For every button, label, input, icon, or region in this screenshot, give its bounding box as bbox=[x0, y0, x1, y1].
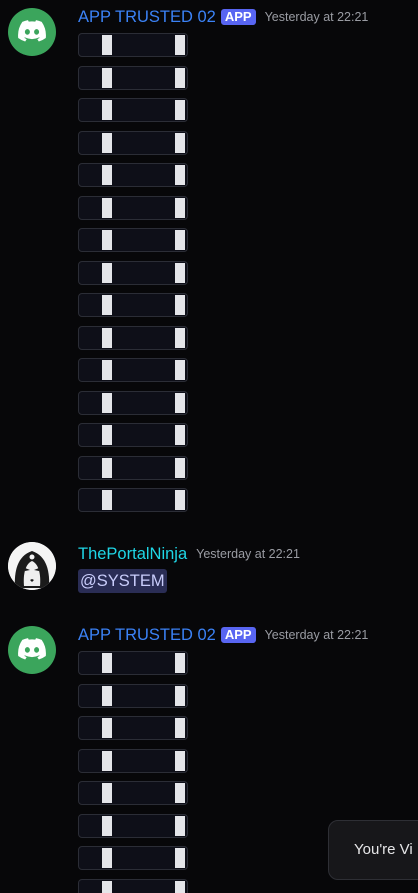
app-badge: APP bbox=[220, 9, 256, 25]
component-button[interactable] bbox=[78, 325, 188, 350]
button-glyph-left bbox=[102, 750, 112, 771]
message-header: ThePortalNinja Yesterday at 22:21 bbox=[78, 543, 300, 565]
button-glyph-right bbox=[175, 425, 185, 445]
button-glyph-left bbox=[102, 457, 112, 478]
discord-logo-icon bbox=[18, 638, 46, 660]
timestamp[interactable]: Yesterday at 22:21 bbox=[265, 10, 369, 24]
bot-avatar[interactable] bbox=[8, 8, 56, 56]
ninja-avatar-icon bbox=[8, 542, 56, 590]
chat-message-list[interactable]: APP TRUSTED 02 APP Yesterday at 22:21 Th… bbox=[0, 0, 418, 893]
component-button[interactable] bbox=[78, 163, 188, 187]
bot-avatar[interactable] bbox=[8, 626, 56, 674]
component-button[interactable] bbox=[78, 716, 188, 740]
component-button[interactable] bbox=[78, 683, 188, 708]
component-button[interactable] bbox=[78, 228, 188, 252]
component-button[interactable] bbox=[78, 748, 188, 773]
button-glyph-right bbox=[175, 490, 185, 510]
message-header: APP TRUSTED 02 APP Yesterday at 22:21 bbox=[78, 624, 368, 646]
component-button[interactable] bbox=[78, 846, 188, 870]
message-group: APP TRUSTED 02 APP Yesterday at 22:21 bbox=[0, 0, 418, 520]
button-glyph-left bbox=[102, 848, 112, 868]
button-glyph-left bbox=[102, 392, 112, 413]
button-glyph-left bbox=[102, 67, 112, 88]
component-button[interactable] bbox=[78, 195, 188, 220]
button-glyph-right bbox=[175, 165, 185, 185]
button-glyph-left bbox=[102, 132, 112, 153]
button-glyph-left bbox=[102, 197, 112, 218]
button-glyph-left bbox=[102, 165, 112, 185]
mention-system[interactable]: @SYSTEM bbox=[78, 569, 167, 593]
button-glyph-right bbox=[175, 848, 185, 868]
timestamp[interactable]: Yesterday at 22:21 bbox=[265, 628, 369, 642]
component-button[interactable] bbox=[78, 130, 188, 155]
username[interactable]: APP TRUSTED 02 bbox=[78, 624, 216, 646]
username[interactable]: ThePortalNinja bbox=[78, 543, 187, 565]
button-glyph-left bbox=[102, 35, 112, 55]
component-button[interactable] bbox=[78, 33, 188, 57]
button-glyph-right bbox=[175, 815, 185, 836]
message-header: APP TRUSTED 02 APP Yesterday at 22:21 bbox=[78, 6, 368, 28]
component-button[interactable] bbox=[78, 65, 188, 90]
button-glyph-right bbox=[175, 783, 185, 803]
timestamp[interactable]: Yesterday at 22:21 bbox=[196, 547, 300, 561]
button-glyph-right bbox=[175, 100, 185, 120]
button-glyph-left bbox=[102, 653, 112, 673]
component-button[interactable] bbox=[78, 488, 188, 512]
button-glyph-left bbox=[102, 880, 112, 893]
button-glyph-right bbox=[175, 262, 185, 283]
button-glyph-left bbox=[102, 100, 112, 120]
button-glyph-left bbox=[102, 490, 112, 510]
component-button[interactable] bbox=[78, 651, 188, 675]
button-glyph-left bbox=[102, 295, 112, 315]
button-glyph-right bbox=[175, 230, 185, 250]
toast-notification[interactable]: You're Vi bbox=[328, 820, 418, 880]
component-button[interactable] bbox=[78, 813, 188, 838]
app-badge: APP bbox=[220, 627, 256, 643]
button-glyph-right bbox=[175, 197, 185, 218]
button-glyph-left bbox=[102, 360, 112, 380]
button-glyph-right bbox=[175, 295, 185, 315]
button-glyph-left bbox=[102, 783, 112, 803]
button-glyph-left bbox=[102, 718, 112, 738]
button-glyph-right bbox=[175, 880, 185, 893]
button-glyph-right bbox=[175, 750, 185, 771]
button-glyph-left bbox=[102, 425, 112, 445]
discord-logo-icon bbox=[18, 20, 46, 42]
component-button[interactable] bbox=[78, 781, 188, 805]
message-group: ThePortalNinja Yesterday at 22:21 @SYSTE… bbox=[0, 530, 418, 610]
component-button[interactable] bbox=[78, 98, 188, 122]
component-button[interactable] bbox=[78, 390, 188, 415]
button-glyph-right bbox=[175, 67, 185, 88]
button-glyph-right bbox=[175, 35, 185, 55]
button-glyph-left bbox=[102, 685, 112, 706]
component-button[interactable] bbox=[78, 878, 188, 893]
button-glyph-right bbox=[175, 132, 185, 153]
button-glyph-left bbox=[102, 262, 112, 283]
component-button[interactable] bbox=[78, 293, 188, 317]
button-glyph-left bbox=[102, 327, 112, 348]
button-glyph-left bbox=[102, 230, 112, 250]
button-glyph-right bbox=[175, 392, 185, 413]
toast-text: You're Vi bbox=[354, 841, 413, 858]
user-avatar[interactable] bbox=[8, 542, 56, 590]
button-glyph-right bbox=[175, 327, 185, 348]
component-button-list bbox=[78, 33, 188, 521]
button-glyph-right bbox=[175, 653, 185, 673]
button-glyph-right bbox=[175, 685, 185, 706]
component-button[interactable] bbox=[78, 455, 188, 480]
button-glyph-left bbox=[102, 815, 112, 836]
component-button[interactable] bbox=[78, 423, 188, 447]
username[interactable]: APP TRUSTED 02 bbox=[78, 6, 216, 28]
button-glyph-right bbox=[175, 457, 185, 478]
button-glyph-right bbox=[175, 718, 185, 738]
component-button[interactable] bbox=[78, 260, 188, 285]
button-glyph-right bbox=[175, 360, 185, 380]
component-button-list bbox=[78, 651, 188, 893]
component-button[interactable] bbox=[78, 358, 188, 382]
